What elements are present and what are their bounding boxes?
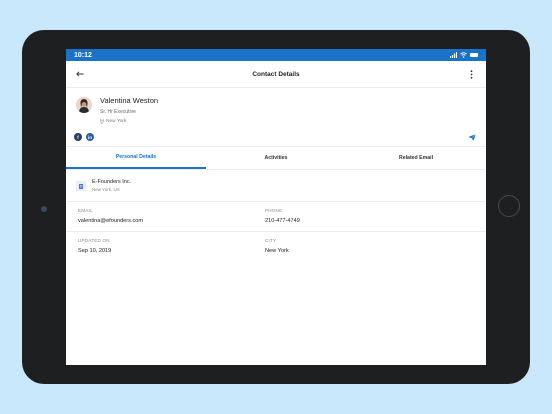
linkedin-glyph: in <box>88 134 92 140</box>
contact-role: Sr. Hr Executive <box>100 109 136 115</box>
tab-bar: Personal Details Activities Related Emai… <box>66 147 486 170</box>
facebook-glyph: f <box>77 134 79 140</box>
email-field: EMAIL valentina@efounders.com <box>78 208 143 224</box>
contact-location: New York <box>100 119 158 124</box>
send-icon[interactable] <box>466 131 478 143</box>
personal-details-section: EMAIL valentina@efounders.com PHONE 210-… <box>66 202 486 322</box>
tab-activities[interactable]: Activities <box>206 147 346 169</box>
company-building-icon <box>76 180 86 191</box>
status-bar: 10:12 <box>66 49 486 61</box>
city-label: CITY <box>265 238 277 243</box>
app-screen: 10:12 Contact Details Valentina Weston S… <box>66 49 486 365</box>
email-value[interactable]: valentina@efounders.com <box>78 218 143 224</box>
company-location: New York, US <box>92 187 120 192</box>
battery-icon <box>470 53 478 57</box>
more-options-icon[interactable] <box>466 68 478 80</box>
signal-icon <box>450 52 457 58</box>
avatar <box>76 97 92 113</box>
company-name: E-Founders Inc. <box>92 179 132 185</box>
home-button[interactable] <box>498 195 520 217</box>
camera-dot <box>41 206 47 212</box>
location-pin-icon <box>100 119 104 124</box>
contact-name: Valentina Weston <box>100 96 159 105</box>
city-value: New York <box>265 248 289 254</box>
page-title: Contact Details <box>252 70 300 78</box>
status-time: 10:12 <box>74 51 92 59</box>
updated-label: UPDATED ON <box>78 238 110 243</box>
social-row: f in <box>66 128 486 147</box>
wifi-icon <box>460 52 467 58</box>
company-row[interactable]: E-Founders Inc. New York, US <box>66 170 486 202</box>
back-arrow-icon[interactable] <box>74 68 86 80</box>
city-field: CITY New York <box>265 238 289 254</box>
phone-field: PHONE 210-477-4749 <box>265 208 300 224</box>
facebook-icon[interactable]: f <box>74 133 82 141</box>
updated-field: UPDATED ON Sep 10, 2019 <box>78 238 111 254</box>
tab-personal-details[interactable]: Personal Details <box>66 147 206 169</box>
updated-value: Sep 10, 2019 <box>78 248 112 254</box>
phone-label: PHONE <box>265 208 283 213</box>
email-label: EMAIL <box>78 208 93 213</box>
profile-header: Valentina Weston Sr. Hr Executive New Yo… <box>66 88 486 128</box>
contact-location-text: New York <box>106 119 127 124</box>
app-bar: Contact Details <box>66 61 486 88</box>
linkedin-icon[interactable]: in <box>86 133 94 141</box>
phone-value[interactable]: 210-477-4749 <box>265 218 300 224</box>
details-divider <box>66 231 486 232</box>
tab-related-email[interactable]: Related Email <box>346 147 486 169</box>
